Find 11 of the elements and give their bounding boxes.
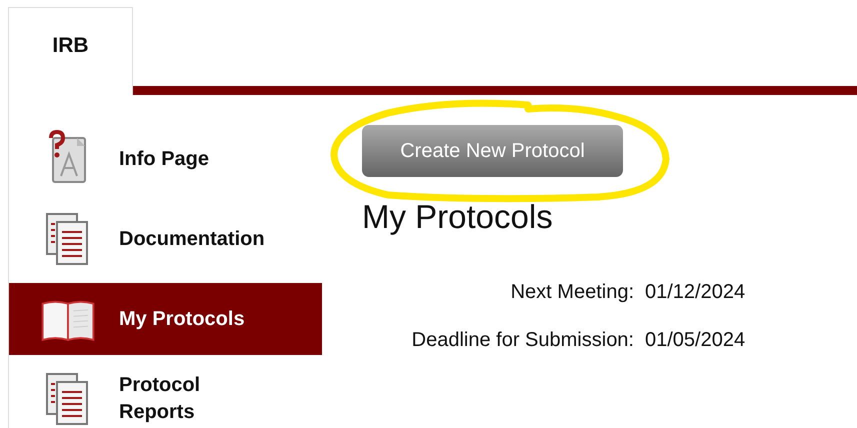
sidebar-item[interactable]: My Protocols bbox=[9, 283, 322, 355]
tab[interactable]: IRB bbox=[8, 7, 133, 95]
sidebar-item[interactable]: Info Page bbox=[9, 123, 322, 195]
detail-label: Deadline for Submission: bbox=[410, 328, 634, 353]
detail-value: 01/05/2024 bbox=[645, 328, 746, 353]
detail-label: Next Meeting: bbox=[510, 280, 634, 305]
sidebar-item[interactable]: Documentation bbox=[9, 203, 322, 275]
create-protocol-button[interactable]: Create New Protocol bbox=[362, 125, 623, 177]
page-heading: My Protocols bbox=[362, 197, 554, 237]
sidebar-item[interactable]: Protocol Reports bbox=[9, 363, 322, 428]
detail-value: 01/12/2024 bbox=[645, 280, 746, 305]
